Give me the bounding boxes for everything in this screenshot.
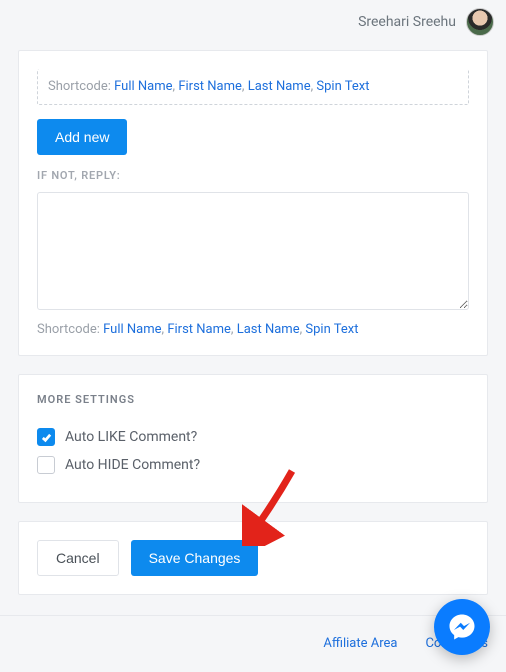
- footer: Affiliate Area Contact us: [0, 615, 506, 671]
- shortcode-spin-text[interactable]: Spin Text: [316, 79, 369, 94]
- affiliate-link[interactable]: Affiliate Area: [323, 636, 397, 651]
- username-label: Sreehari Sreehu: [358, 14, 456, 30]
- shortcode-first-name-2[interactable]: First Name: [167, 322, 231, 337]
- avatar[interactable]: [466, 8, 494, 36]
- reply-card: Shortcode: Full Name, First Name, Last N…: [18, 50, 488, 356]
- shortcode-box-top: Shortcode: Full Name, First Name, Last N…: [37, 69, 469, 105]
- auto-hide-label: Auto HIDE Comment?: [65, 457, 200, 473]
- shortcode-full-name[interactable]: Full Name: [114, 79, 172, 94]
- more-settings-card: MORE SETTINGS Auto LIKE Comment? Auto HI…: [18, 374, 488, 503]
- auto-like-checkbox[interactable]: [37, 428, 55, 446]
- shortcode-label: Shortcode:: [48, 79, 111, 94]
- messenger-icon: [447, 612, 477, 642]
- shortcode-first-name[interactable]: First Name: [178, 79, 242, 94]
- cancel-button[interactable]: Cancel: [37, 540, 119, 576]
- shortcode-spin-text-2[interactable]: Spin Text: [305, 322, 358, 337]
- add-new-button[interactable]: Add new: [37, 119, 127, 155]
- auto-hide-checkbox[interactable]: [37, 456, 55, 474]
- save-button[interactable]: Save Changes: [131, 540, 259, 576]
- reply-textarea[interactable]: [37, 192, 469, 310]
- shortcode-last-name-2[interactable]: Last Name: [237, 322, 300, 337]
- if-not-reply-label: IF NOT, REPLY:: [37, 169, 469, 182]
- actions-card: Cancel Save Changes: [18, 521, 488, 595]
- more-settings-title: MORE SETTINGS: [37, 393, 469, 406]
- auto-like-label: Auto LIKE Comment?: [65, 429, 197, 445]
- messenger-chat-button[interactable]: [434, 599, 490, 655]
- shortcode-full-name-2[interactable]: Full Name: [103, 322, 161, 337]
- shortcode-label-2: Shortcode:: [37, 322, 100, 337]
- shortcode-last-name[interactable]: Last Name: [248, 79, 311, 94]
